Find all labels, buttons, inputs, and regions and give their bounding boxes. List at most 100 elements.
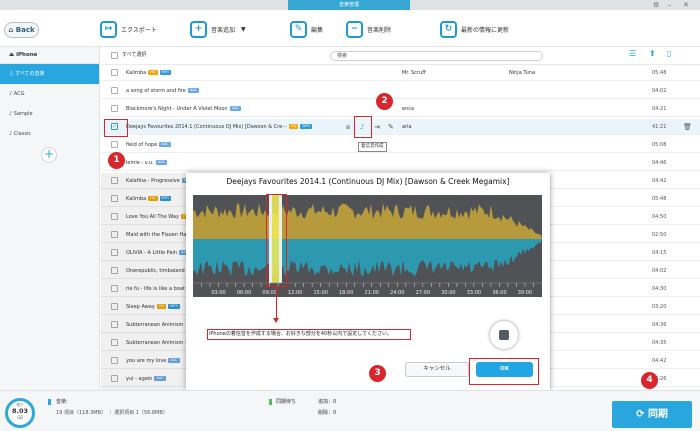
artist-cell: Mr. Scruff (402, 70, 426, 76)
annotation-box-checkbox (104, 119, 128, 137)
refresh-label: 最新の情報に更新 (461, 26, 510, 34)
search-input[interactable]: 検索 (330, 51, 543, 61)
row-checkbox[interactable] (111, 105, 118, 112)
sidebar-item-all-music[interactable]: ♫ すべての音楽 (0, 64, 99, 84)
export-button[interactable]: ↦ エクスポート (100, 19, 157, 39)
song-title: Kalimba (126, 70, 147, 76)
annotation-box-selection (266, 194, 287, 287)
playlist-add-icon[interactable]: ⩸ (346, 119, 350, 135)
sidebar-device[interactable]: ⏏ iPhone (0, 47, 99, 64)
select-all-checkbox[interactable] (111, 52, 118, 59)
edit-row-icon[interactable]: ✎ (388, 119, 394, 135)
duration-cell: 04:02 (652, 88, 667, 94)
format-badge: HQ (148, 70, 158, 75)
sidebar-item-acg[interactable]: ♪ ACG (0, 84, 99, 104)
row-checkbox[interactable] (111, 141, 118, 148)
format-badge: MP3 (159, 70, 171, 75)
tick-label: 03:00 (211, 290, 225, 296)
table-row[interactable]: a song of storm and fire AAC 04:02 (101, 83, 700, 99)
toolbar: ⌂ Back ↦ エクスポート + 音楽追加 ▼ ✎ 編集 − 音楽削除 ↻ 最新の情報に更… (0, 10, 700, 47)
table-row[interactable]: lemie - v.u. AAC 04:46 (101, 155, 700, 171)
music-label: 音楽: (56, 399, 68, 405)
dialog-title: Deejays Favourites 2014.1 (Continuous DJ… (226, 177, 510, 186)
list-view-icon[interactable]: ☰ (629, 49, 636, 58)
chevron-down-icon: ▼ (241, 25, 246, 33)
song-title-cell: Kalimba HQ MP3 (126, 65, 171, 81)
song-title: lemie - v.u. (126, 160, 154, 166)
song-title-cell: field of hope AAC (126, 137, 171, 153)
annotation-box-ringtone (354, 116, 372, 138)
add-music-icon: + (190, 20, 207, 38)
sidebar-item-sample[interactable]: ♪ Sample (0, 104, 99, 124)
row-checkbox[interactable] (111, 69, 118, 76)
tick-label: 30:00 (441, 290, 455, 296)
delete-music-button[interactable]: − 音楽削除 (346, 19, 391, 39)
add-music-button[interactable]: + 音楽追加 ▼ (190, 19, 246, 39)
duration-cell: 02:50 (652, 232, 667, 238)
cancel-button[interactable]: キャンセル (405, 362, 469, 377)
artist-cell: enca (402, 106, 415, 112)
table-row[interactable]: field of hope AAC 05:08 (101, 137, 700, 153)
row-checkbox[interactable] (111, 87, 118, 94)
minimize-icon[interactable]: – (668, 0, 672, 10)
sidebar-item-label: Classic (13, 131, 32, 137)
add-count: 追加：0 (318, 399, 337, 405)
step-marker-2: 2 (376, 93, 393, 110)
duration-cell: 04:46 (652, 160, 667, 166)
format-badge: AAC (155, 160, 167, 165)
format-badge: MP3 (300, 124, 312, 129)
waveform-svg: 03:00 06:00 09:00 12:00 15:00 18:00 21:00 24:00… (193, 195, 542, 297)
sync-label: 同期 (647, 409, 668, 420)
storage-indicator: 残り 8.03 GB (5, 398, 35, 428)
device-name: iPhone (16, 52, 38, 58)
search-placeholder: 検索 (337, 53, 348, 59)
duration-cell: 03:20 (652, 304, 667, 310)
tooltip: 着信音作成 (358, 142, 387, 152)
tick-label: 12:00 (288, 290, 302, 296)
step-marker-4: 4 (641, 372, 658, 389)
sync-pending-label: 同期待ち (276, 399, 297, 405)
trash-icon[interactable]: 🗑 (683, 119, 692, 135)
edit-button[interactable]: ✎ 編集 (290, 19, 323, 39)
tick-label: 21:00 (365, 290, 379, 296)
waveform-editor[interactable]: 03:00 06:00 09:00 12:00 15:00 18:00 21:00 24:00… (193, 195, 542, 297)
song-title: field of hope (126, 142, 158, 148)
playlist-icon: ♪ (9, 91, 13, 97)
import-icon[interactable]: ⬆ (649, 49, 656, 58)
settings-icon[interactable]: ⚙ (653, 0, 659, 10)
tick-label: 36:00 (492, 290, 506, 296)
step-marker-3: 3 (369, 365, 386, 382)
format-badge: HQ (289, 124, 299, 129)
close-icon[interactable]: ✕ (683, 0, 689, 10)
duration-cell: 04:21 (652, 106, 667, 112)
music-stats: 19 項目（118.3MB） ｜ 選択項目 1（56.8MB） (56, 410, 168, 416)
back-label: Back (15, 26, 35, 34)
song-title: a song of storm and fire (126, 88, 186, 94)
table-row[interactable]: Blackmore's Night - Under A Violet Moon A… (101, 101, 700, 117)
duration-cell: 04:30 (652, 286, 667, 292)
sync-button[interactable]: ⟳ 同期 (612, 401, 692, 428)
sidebar-item-label: Sample (13, 111, 33, 117)
add-music-label: 音楽追加 (211, 26, 236, 34)
music-color-marker (48, 399, 51, 405)
table-row[interactable]: Kalimba HQ MP3 Mr. Scruff Ninja Tuna 05:48 (101, 65, 700, 81)
duration-cell: 04:36 (652, 322, 667, 328)
refresh-button[interactable]: ↻ 最新の情報に更新 (440, 19, 509, 39)
back-button[interactable]: ⌂ Back (4, 22, 39, 38)
tick-label: 33:00 (467, 290, 481, 296)
sidebar-item-label: すべての音楽 (15, 71, 45, 77)
tick-label: 09:00 (262, 290, 276, 296)
footer: 残り 8.03 GB 音楽: 19 項目（118.3MB） ｜ 選択項目 1（5… (0, 390, 700, 431)
remove-count: 削除：0 (318, 410, 337, 416)
annotation-box-ok (469, 358, 539, 385)
step-marker-1: 1 (108, 152, 125, 169)
export-row-icon[interactable]: ⇥ (374, 119, 380, 135)
duration-cell: 41:21 (652, 124, 667, 130)
table-row[interactable]: ✓ Deejays Favourites 2014.1 (Continuous D… (101, 119, 700, 135)
sidebar-item-classic[interactable]: ♪ Classic (0, 124, 99, 144)
device-icon[interactable]: ▯ (667, 49, 671, 58)
tick-label: 24:00 (390, 290, 404, 296)
eject-icon: ⏏ (9, 52, 15, 58)
stop-button[interactable] (489, 320, 519, 350)
add-playlist-button[interactable]: + (41, 147, 57, 163)
